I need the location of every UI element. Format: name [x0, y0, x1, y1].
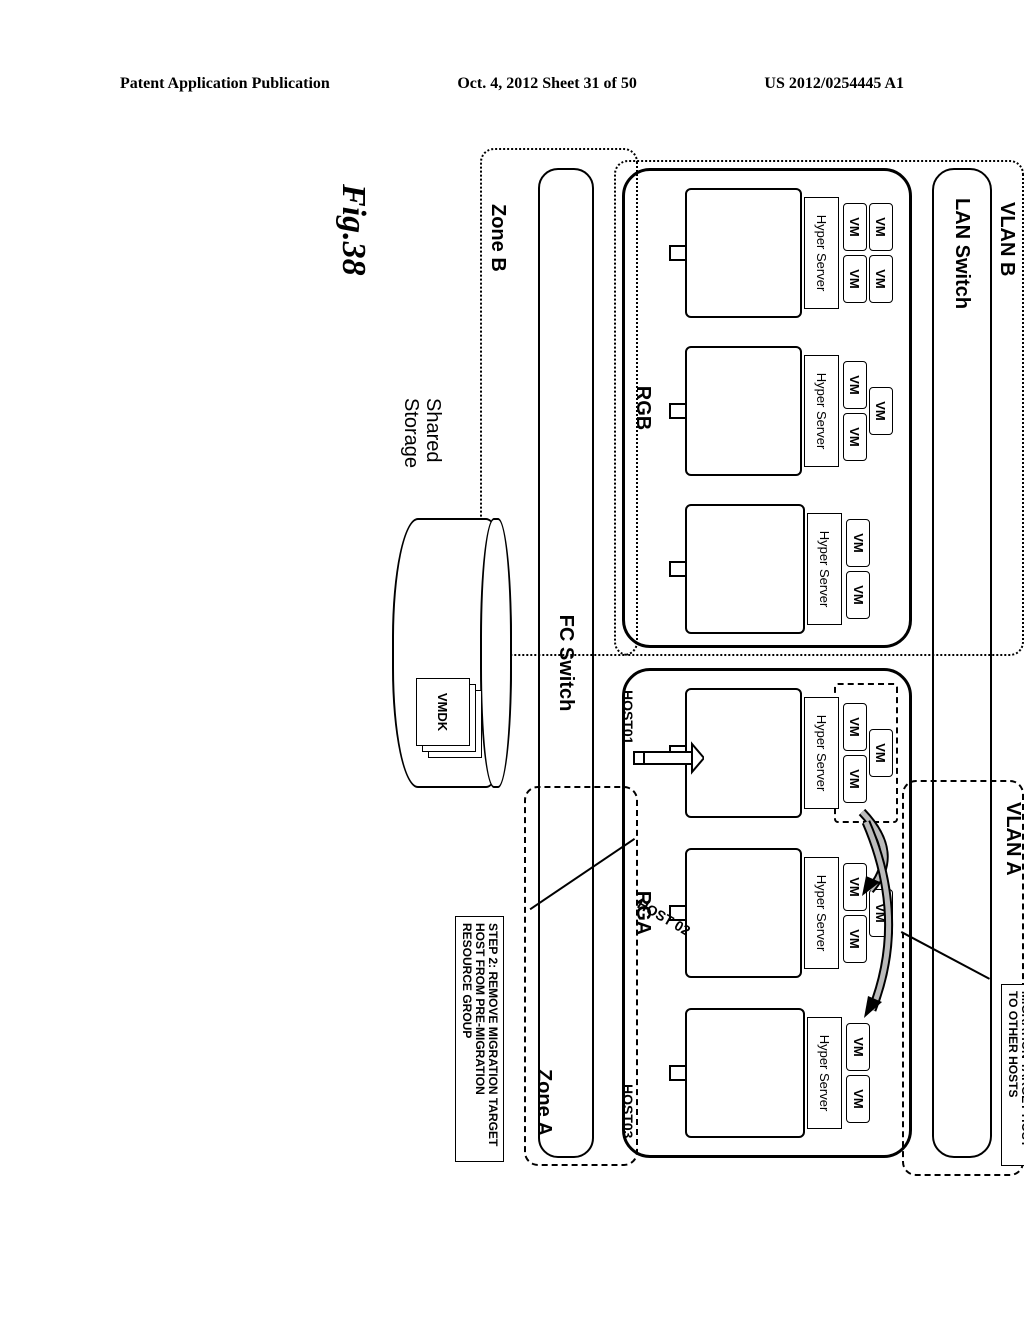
diagram: LAN Switch VLAN B VLAN A VM VM VM VM Hyp…: [252, 138, 1024, 1178]
hyper-server: Hyper Server: [804, 355, 839, 467]
vm-box: VM: [846, 1023, 870, 1071]
vm-box: VM: [869, 203, 893, 251]
vm-box: VM: [843, 863, 867, 911]
vm-box: VM: [869, 255, 893, 303]
hyper-server: Hyper Server: [807, 513, 842, 625]
host-b2: VM VM VM Hyper Server: [669, 341, 893, 481]
step2-callout: STEP 2: REMOVE MIGRATION TARGET HOST FRO…: [455, 916, 504, 1162]
server-port-icon: [669, 403, 685, 419]
header-right: US 2012/0254445 A1: [764, 75, 904, 93]
vlan-a-label: VLAN A: [1001, 802, 1024, 876]
vm-box: VM: [843, 361, 867, 409]
header-center: Oct. 4, 2012 Sheet 31 of 50: [457, 75, 637, 93]
vlan-b-label: VLAN B: [995, 202, 1018, 276]
zone-b-label: Zone B: [486, 204, 509, 272]
vmdk-box: VMDK: [416, 678, 470, 746]
fc-switch-label: FC Switch: [555, 615, 578, 712]
shared-storage: VMDK SharedStorage: [392, 518, 512, 798]
fc-switch: FC Switch: [538, 168, 594, 1158]
shared-storage-label: SharedStorage: [400, 398, 444, 468]
host03: VM VM Hyper Server: [669, 1003, 893, 1143]
server-port-icon: [669, 561, 685, 577]
vm-box: VM: [869, 387, 893, 435]
remove-host-arrow-icon: [620, 740, 704, 776]
vm-box: VM: [846, 519, 870, 567]
server-body: [685, 346, 802, 476]
server-port-icon: [669, 1065, 685, 1081]
server-body: [685, 848, 802, 978]
hyper-server: Hyper Server: [807, 1017, 842, 1129]
host01-label: HOST01: [620, 690, 636, 744]
vm-box: VM: [846, 1075, 870, 1123]
resource-group-b: VM VM VM VM Hyper Server VM VM VM Hyper …: [622, 168, 912, 648]
hyper-server: Hyper Server: [804, 857, 839, 969]
step1-callout: STEP 1: MIGRATE VM OF MIGRATION TARGET H…: [1001, 984, 1024, 1166]
host-b1: VM VM VM VM Hyper Server: [669, 183, 893, 323]
host-b3: VM VM Hyper Server: [669, 499, 893, 639]
vm-box: VM: [846, 571, 870, 619]
figure-label: Fig.38: [334, 184, 372, 276]
vm-box: VM: [843, 255, 867, 303]
hyper-server: Hyper Server: [804, 697, 839, 809]
server-body: [685, 188, 802, 318]
vm-box: VM: [843, 413, 867, 461]
vm-box: VM: [843, 755, 867, 803]
vm-box: VM: [869, 729, 893, 777]
header-left: Patent Application Publication: [120, 75, 330, 93]
vm-box: VM: [869, 889, 893, 937]
diagram-stage: LAN Switch VLAN B VLAN A VM VM VM VM Hyp…: [62, 178, 962, 1102]
vm-box: VM: [843, 915, 867, 963]
server-body: [685, 1008, 805, 1138]
storage-cylinder-icon: VMDK: [392, 518, 512, 788]
page-header: Patent Application Publication Oct. 4, 2…: [0, 75, 1024, 93]
vmdk-stack: VMDK: [412, 672, 482, 758]
hyper-server: Hyper Server: [804, 197, 839, 309]
server-body: [685, 504, 805, 634]
server-port-icon: [669, 245, 685, 261]
host02: VM VM VM Hyper Server: [669, 843, 893, 983]
vm-box: VM: [843, 203, 867, 251]
vm-box: VM: [843, 703, 867, 751]
